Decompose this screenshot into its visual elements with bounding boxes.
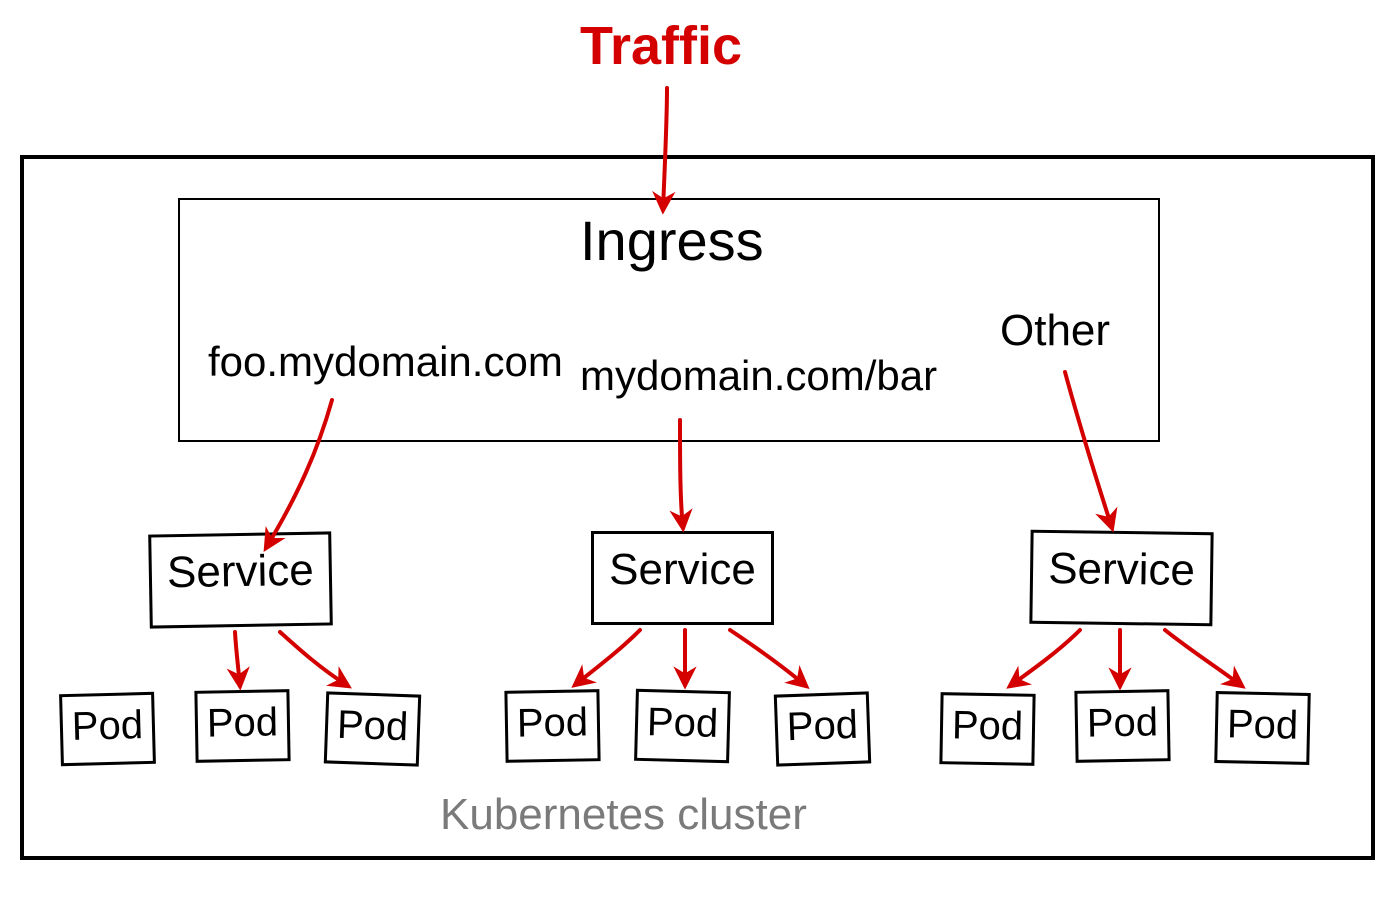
pod-box-c3: Pod [1214, 691, 1310, 765]
pod-box-a2: Pod [194, 689, 290, 763]
pod-label: Pod [1086, 700, 1158, 745]
pod-label: Pod [336, 703, 409, 749]
service-label: Service [609, 545, 756, 594]
pod-label: Pod [786, 703, 859, 749]
ingress-title: Ingress [580, 208, 764, 273]
ingress-route-foo: foo.mydomain.com [208, 338, 563, 386]
service-label: Service [1048, 544, 1195, 595]
service-label: Service [167, 546, 315, 598]
diagram-stage: Traffic Ingress foo.mydomain.com mydomai… [0, 0, 1400, 905]
pod-box-b1: Pod [504, 689, 600, 763]
pod-label: Pod [516, 700, 588, 745]
pod-label: Pod [206, 700, 278, 745]
ingress-route-bar: mydomain.com/bar [580, 352, 937, 400]
pod-label: Pod [952, 703, 1024, 748]
traffic-label: Traffic [580, 15, 742, 77]
cluster-label: Kubernetes cluster [440, 790, 807, 840]
ingress-route-other: Other [1000, 306, 1110, 356]
pod-box-b2: Pod [634, 689, 731, 763]
service-box-c: Service [1029, 530, 1213, 627]
service-box-a: Service [148, 531, 333, 628]
pod-box-a3: Pod [324, 691, 421, 766]
pod-label: Pod [646, 700, 718, 746]
service-box-b: Service [591, 531, 774, 625]
pod-label: Pod [71, 703, 143, 749]
pod-box-a1: Pod [59, 692, 156, 766]
pod-label: Pod [1227, 702, 1299, 747]
pod-box-b3: Pod [774, 691, 871, 766]
pod-box-c2: Pod [1074, 689, 1170, 763]
pod-box-c1: Pod [939, 692, 1035, 766]
